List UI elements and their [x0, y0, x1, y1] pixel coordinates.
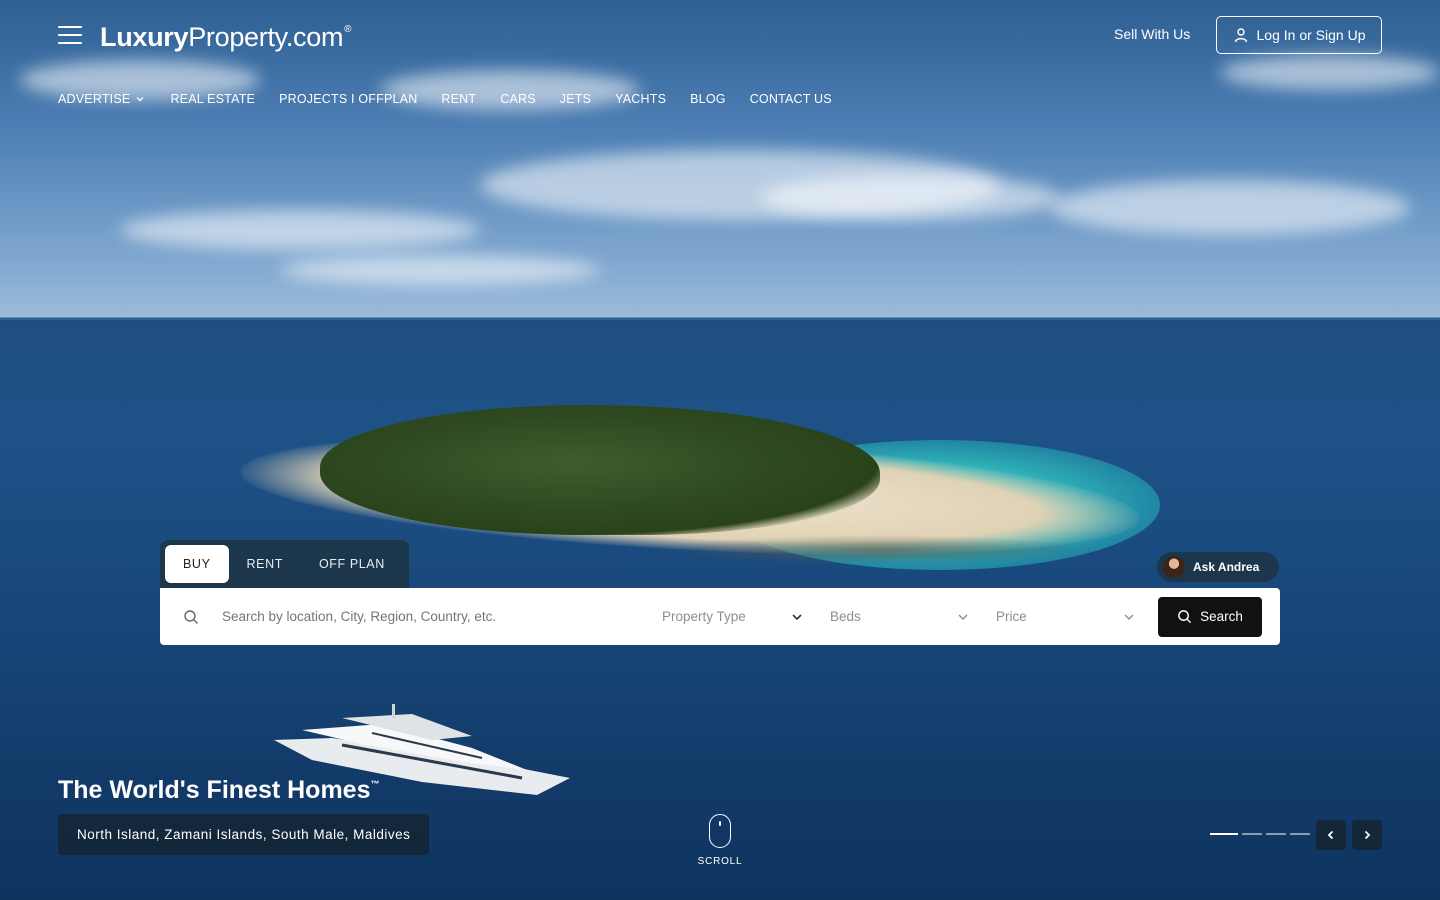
login-signup-button[interactable]: Log In or Sign Up — [1216, 16, 1382, 54]
login-signup-label: Log In or Sign Up — [1256, 27, 1366, 43]
scroll-label: SCROLL — [697, 856, 743, 867]
chevron-down-icon — [792, 613, 802, 620]
ask-andrea-label: Ask Andrea — [1193, 560, 1260, 574]
sell-with-us-link[interactable]: Sell With Us — [1114, 26, 1190, 42]
scroll-indicator[interactable]: SCROLL — [697, 814, 743, 867]
next-slide-button[interactable] — [1352, 820, 1382, 850]
slide-indicators — [1210, 833, 1310, 835]
site-logo[interactable]: LuxuryProperty.com® — [100, 22, 352, 53]
user-icon — [1234, 28, 1247, 43]
price-select[interactable]: Price — [986, 588, 1146, 645]
ask-andrea-button[interactable]: Ask Andrea — [1157, 552, 1279, 582]
chevron-down-icon — [136, 97, 144, 102]
nav-item-real-estate[interactable]: REAL ESTATE — [170, 92, 255, 106]
property-location-chip[interactable]: North Island, Zamani Islands, South Male… — [58, 814, 430, 855]
horizon — [0, 317, 1440, 320]
search-button-label: Search — [1200, 609, 1243, 624]
location-search-input[interactable] — [222, 609, 652, 624]
reef — [660, 535, 1100, 565]
cloud — [120, 210, 480, 250]
hero-headline: The World's Finest Homes™ — [58, 776, 379, 805]
nav-item-projects-offplan[interactable]: PROJECTS I OFFPLAN — [279, 92, 417, 106]
property-type-select[interactable]: Property Type — [652, 588, 814, 645]
trademark-mark: ™ — [370, 778, 380, 789]
hero-headline-text: The World's Finest Homes — [58, 776, 371, 804]
tab-off-plan[interactable]: OFF PLAN — [301, 545, 403, 583]
cloud — [760, 175, 1060, 220]
chevron-left-icon — [1327, 830, 1334, 840]
cloud — [1050, 180, 1410, 235]
chevron-right-icon — [1364, 830, 1371, 840]
cloud — [280, 255, 600, 285]
slide-dot[interactable] — [1242, 833, 1262, 835]
mouse-icon — [709, 814, 731, 848]
listing-type-tabs: BUY RENT OFF PLAN — [160, 540, 409, 588]
logo-bold-text: Luxury — [100, 22, 189, 52]
beds-select[interactable]: Beds — [820, 588, 980, 645]
island-palms — [320, 405, 880, 535]
search-icon — [1178, 610, 1192, 624]
nav-item-jets[interactable]: JETS — [560, 92, 591, 106]
search-bar: Property Type Beds Price Search — [160, 588, 1280, 645]
nav-item-advertise[interactable]: ADVERTISE — [58, 92, 146, 106]
tab-buy[interactable]: BUY — [165, 545, 229, 583]
chevron-down-icon — [1124, 614, 1134, 620]
slide-dot[interactable] — [1290, 833, 1310, 835]
search-button[interactable]: Search — [1158, 596, 1262, 637]
price-label: Price — [996, 609, 1027, 624]
beds-label: Beds — [830, 609, 861, 624]
main-nav: ADVERTISE REAL ESTATE PROJECTS I OFFPLAN… — [58, 92, 856, 106]
logo-light-text: Property.com — [188, 22, 344, 52]
hero-background — [0, 0, 1440, 900]
nav-item-label: ADVERTISE — [58, 92, 131, 106]
slide-dot[interactable] — [1210, 833, 1238, 835]
slide-dot[interactable] — [1266, 833, 1286, 835]
nav-item-rent[interactable]: RENT — [441, 92, 476, 106]
nav-item-cars[interactable]: CARS — [500, 92, 536, 106]
search-icon — [184, 609, 198, 624]
previous-slide-button[interactable] — [1316, 820, 1346, 850]
avatar — [1163, 556, 1185, 578]
registered-mark: ® — [344, 24, 352, 35]
search-field-icon — [160, 609, 222, 625]
nav-item-contact-us[interactable]: CONTACT US — [750, 92, 832, 106]
nav-item-yachts[interactable]: YACHTS — [615, 92, 666, 106]
nav-item-blog[interactable]: BLOG — [690, 92, 726, 106]
hamburger-menu-icon[interactable] — [58, 26, 82, 44]
cloud — [1220, 55, 1440, 90]
chevron-down-icon — [958, 614, 968, 620]
tab-rent[interactable]: RENT — [229, 545, 301, 583]
property-type-label: Property Type — [662, 609, 746, 624]
